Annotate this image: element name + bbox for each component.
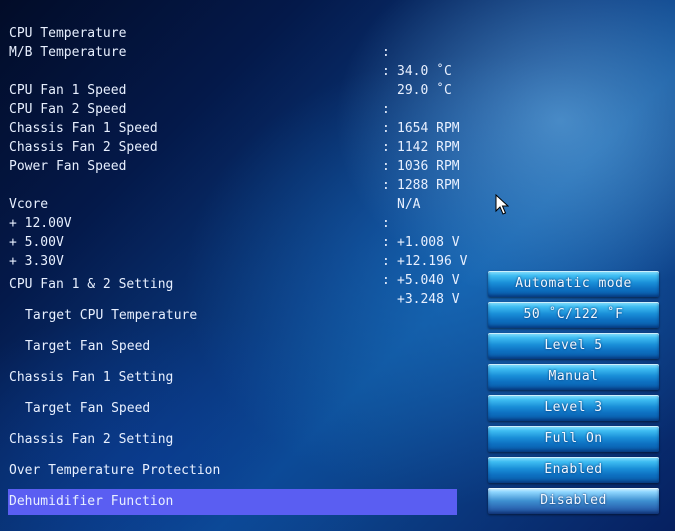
separator: :	[382, 273, 390, 288]
setting-label-chassis-target-fan-speed[interactable]: Target Fan Speed	[25, 398, 150, 420]
monitor-value: 1036 RPM	[397, 159, 460, 174]
separator: :	[382, 64, 390, 79]
setting-label-target-cpu-temp[interactable]: Target CPU Temperature	[25, 305, 197, 327]
setting-label-chassis-fan2[interactable]: Chassis Fan 2 Setting	[9, 429, 173, 451]
monitor-label: + 5.00V	[9, 235, 64, 250]
monitor-row-chassis-fan2: Chassis Fan 2 Speed : 1288 RPM	[0, 119, 460, 193]
target-cpu-temperature-button[interactable]: 50 ˚C/122 ˚F	[488, 302, 659, 328]
monitor-value: 1142 RPM	[397, 140, 460, 155]
monitor-value: 1654 RPM	[397, 121, 460, 136]
cpu-fan-setting-button[interactable]: Automatic mode	[488, 271, 659, 297]
monitor-value: N/A	[397, 197, 421, 212]
over-temperature-protection-button[interactable]: Enabled	[488, 457, 659, 483]
monitor-value: +5.040 V	[397, 273, 460, 288]
monitor-row-chassis-fan1: Chassis Fan 1 Speed : 1036 RPM	[0, 100, 460, 174]
setting-label-over-temp[interactable]: Over Temperature Protection	[9, 460, 220, 482]
monitor-row-cpu-fan2: CPU Fan 2 Speed : 1142 RPM	[0, 81, 460, 155]
setting-label-chassis-fan1[interactable]: Chassis Fan 1 Setting	[9, 367, 173, 389]
separator: :	[382, 102, 390, 117]
separator: :	[382, 121, 390, 136]
monitor-value: 29.0 ˚C	[397, 83, 452, 98]
setting-label-cpu-fan[interactable]: CPU Fan 1 & 2 Setting	[9, 274, 173, 296]
monitor-label: + 12.00V	[9, 216, 72, 231]
separator: :	[382, 159, 390, 174]
monitor-label: Chassis Fan 1 Speed	[9, 121, 158, 136]
monitor-label: + 3.30V	[9, 254, 64, 269]
monitor-row-mb-temperature: M/B Temperature : 29.0 ˚C	[0, 24, 452, 98]
monitor-row-cpu-temperature: CPU Temperature : 34.0 ˚C	[0, 5, 452, 79]
monitor-row-power-fan: Power Fan Speed : N/A	[0, 138, 420, 212]
cpu-target-fan-speed-button[interactable]: Level 5	[488, 333, 659, 359]
separator: :	[382, 254, 390, 269]
separator: :	[382, 140, 390, 155]
monitor-label: Chassis Fan 2 Speed	[9, 140, 158, 155]
monitor-value: +3.248 V	[397, 292, 460, 307]
monitor-value: 34.0 ˚C	[397, 64, 452, 79]
monitor-label: Power Fan Speed	[9, 159, 127, 174]
separator: :	[382, 45, 390, 60]
monitor-row-5v: + 5.00V : +5.040 V	[0, 214, 460, 288]
separator: :	[382, 178, 390, 193]
chassis-fan2-setting-button[interactable]: Full On	[488, 426, 659, 452]
monitor-label: CPU Fan 2 Speed	[9, 102, 127, 117]
monitor-label: CPU Temperature	[9, 26, 127, 41]
setting-label-target-fan-speed[interactable]: Target Fan Speed	[25, 336, 150, 358]
dehumidifier-function-button[interactable]: Disabled	[488, 488, 659, 514]
monitor-label: M/B Temperature	[9, 45, 127, 60]
monitor-value: +12.196 V	[397, 254, 468, 269]
chassis-target-fan-speed-button[interactable]: Level 3	[488, 395, 659, 421]
chassis-fan1-setting-button[interactable]: Manual	[488, 364, 659, 390]
monitor-row-3v3: + 3.30V : +3.248 V	[0, 233, 460, 307]
separator: :	[382, 216, 390, 231]
monitor-value: +1.008 V	[397, 235, 460, 250]
monitor-row-12v: + 12.00V : +12.196 V	[0, 195, 467, 269]
setting-label-dehumidifier[interactable]: Dehumidifier Function	[9, 491, 173, 513]
monitor-row-vcore: Vcore : +1.008 V	[0, 176, 460, 250]
monitor-label: CPU Fan 1 Speed	[9, 83, 127, 98]
monitor-value: 1288 RPM	[397, 178, 460, 193]
separator: :	[382, 235, 390, 250]
mouse-pointer-icon	[495, 194, 509, 215]
monitor-row-cpu-fan1: CPU Fan 1 Speed : 1654 RPM	[0, 62, 460, 136]
